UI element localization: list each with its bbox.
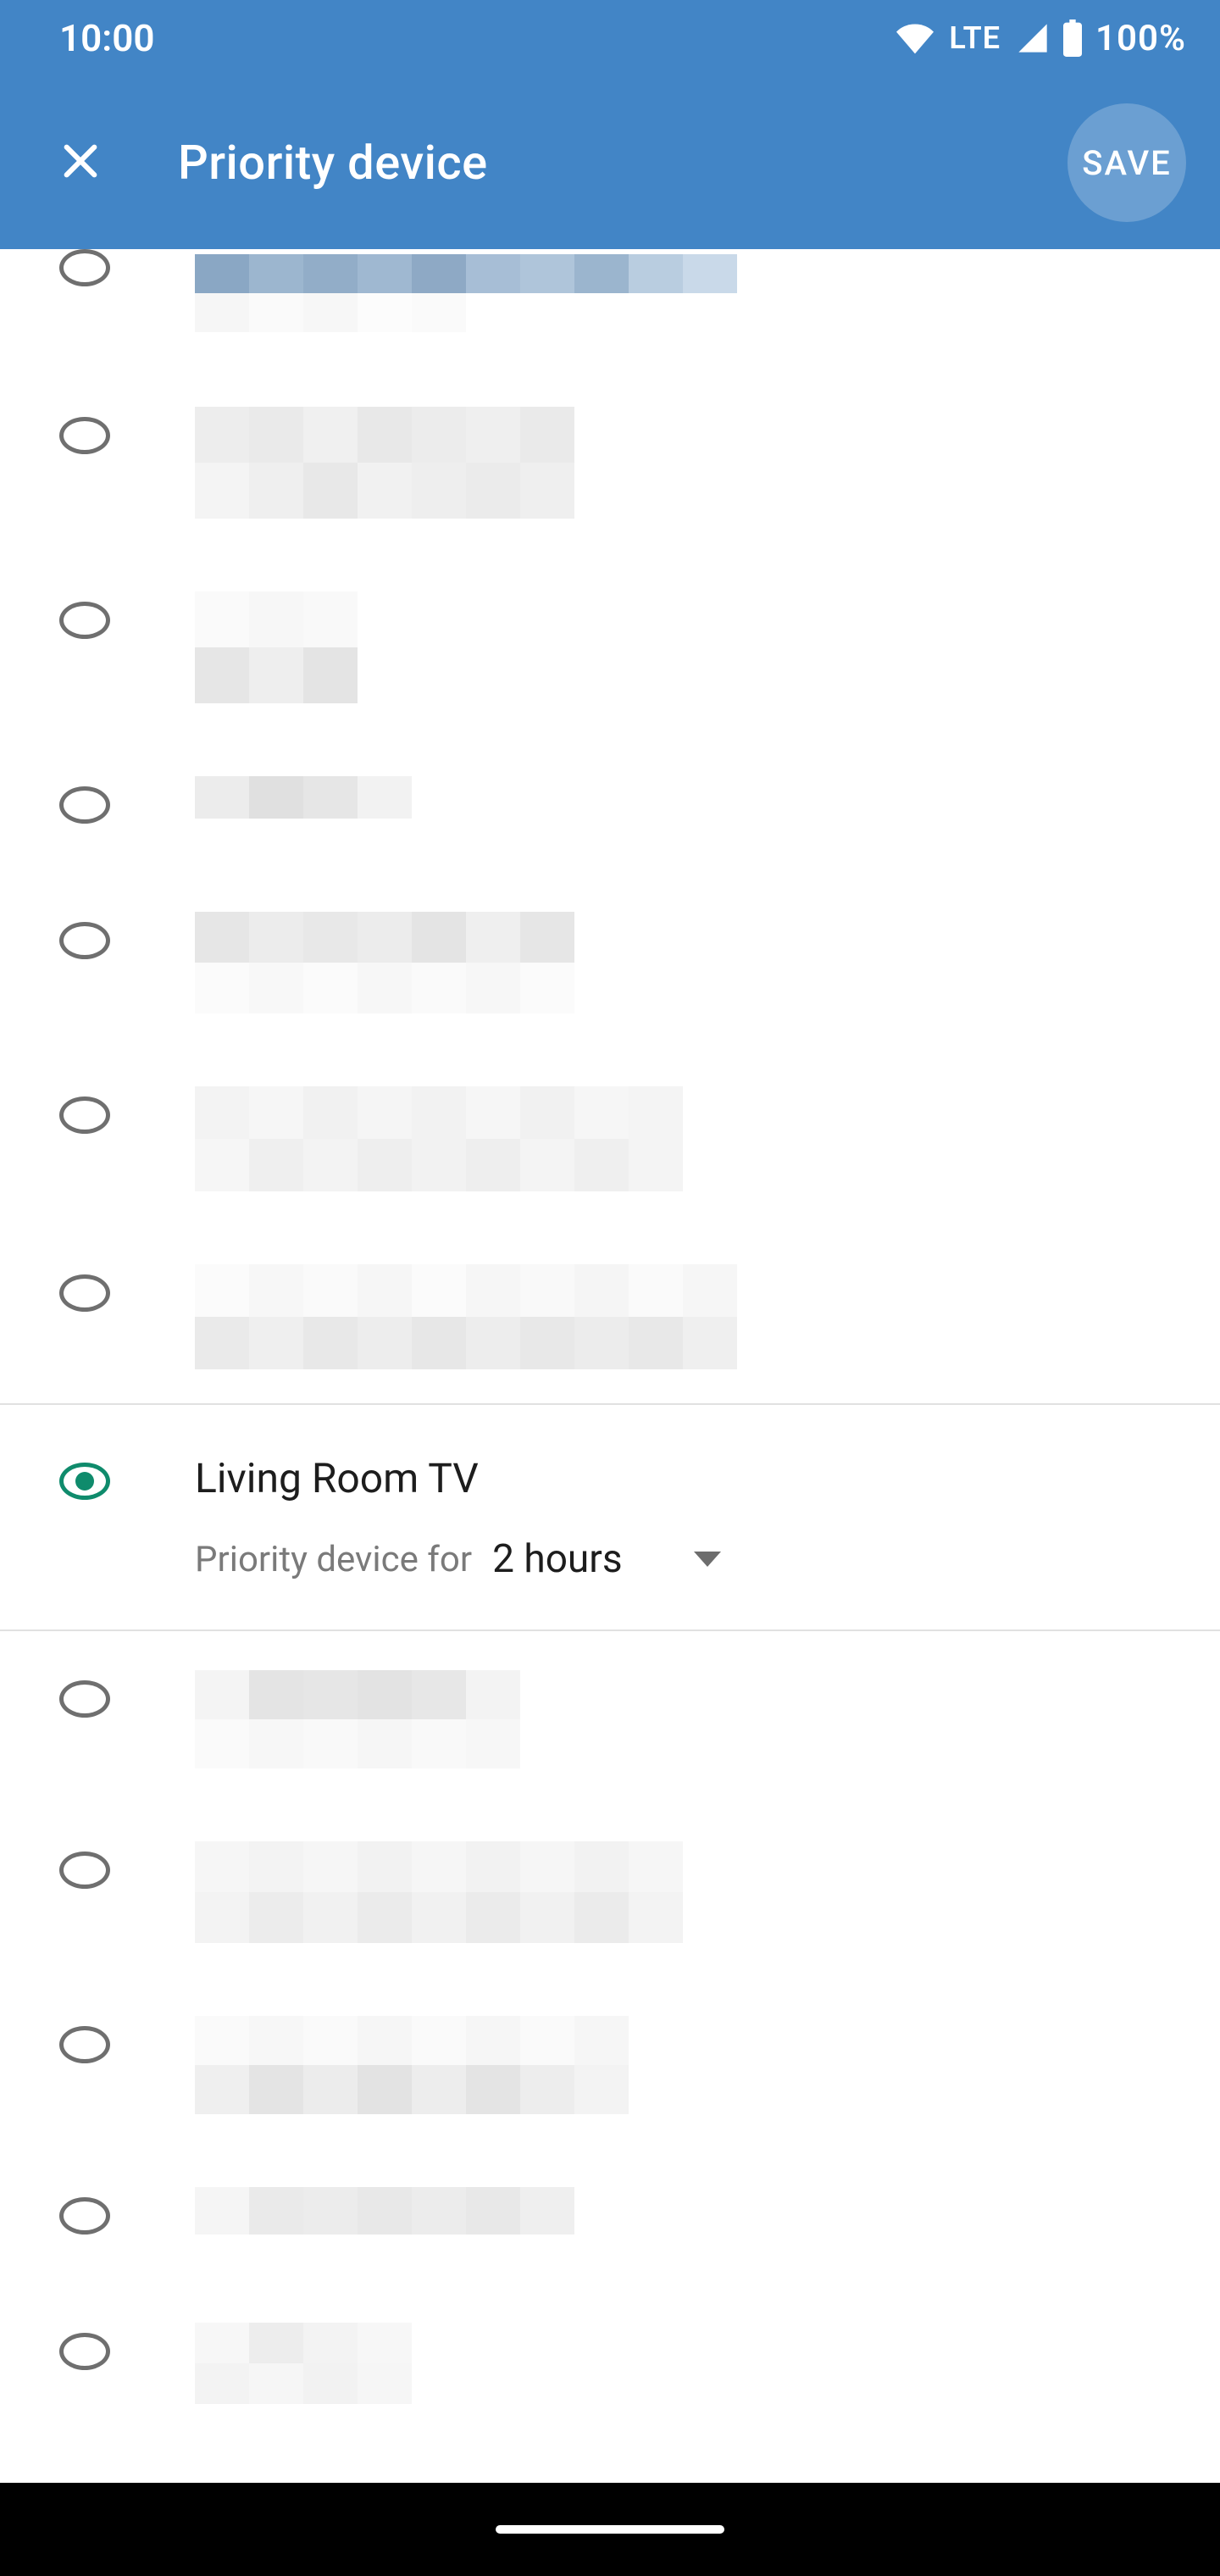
radio-button-selected[interactable] — [59, 1463, 110, 1500]
redacted-label — [195, 1841, 1186, 1943]
save-button[interactable]: SAVE — [1068, 103, 1186, 222]
redacted-label — [195, 2323, 1186, 2404]
redacted-label — [195, 407, 1186, 519]
chevron-down-icon[interactable] — [694, 1552, 721, 1567]
radio-button[interactable] — [59, 922, 110, 959]
close-icon — [57, 137, 104, 188]
priority-caption: Priority device for — [195, 1539, 472, 1580]
list-item[interactable] — [0, 1802, 1220, 1977]
list-item-selected[interactable]: Living Room TV Priority device for 2 hou… — [0, 1405, 1220, 1629]
list-item[interactable] — [0, 737, 1220, 873]
system-nav-bar — [0, 2483, 1220, 2576]
home-indicator[interactable] — [496, 2525, 724, 2534]
radio-button[interactable] — [59, 602, 110, 639]
list-item[interactable] — [0, 249, 1220, 368]
page-title: Priority device — [178, 135, 488, 191]
list-item[interactable] — [0, 1631, 1220, 1802]
radio-button[interactable] — [59, 2197, 110, 2235]
list-item[interactable] — [0, 552, 1220, 737]
list-item[interactable] — [0, 1225, 1220, 1403]
radio-button[interactable] — [59, 1852, 110, 1889]
network-label: LTE — [949, 20, 1001, 56]
redacted-label — [195, 1086, 1186, 1191]
radio-button[interactable] — [59, 1274, 110, 1312]
radio-button[interactable] — [59, 2026, 110, 2063]
status-bar: 10:00 LTE 100% — [0, 0, 1220, 76]
radio-button[interactable] — [59, 249, 110, 286]
list-item[interactable] — [0, 2284, 1220, 2404]
redacted-label — [195, 591, 1186, 703]
radio-button[interactable] — [59, 1680, 110, 1718]
wifi-icon — [896, 19, 934, 57]
radio-button[interactable] — [59, 2333, 110, 2370]
redacted-label — [195, 254, 1186, 332]
signal-icon — [1016, 21, 1050, 55]
redacted-label — [195, 2187, 1186, 2235]
list-item[interactable] — [0, 1047, 1220, 1225]
radio-button[interactable] — [59, 786, 110, 824]
status-indicators: LTE 100% — [896, 18, 1186, 59]
redacted-label — [195, 1264, 1186, 1369]
redacted-label — [195, 2016, 1186, 2114]
radio-button[interactable] — [59, 417, 110, 454]
app-bar: Priority device SAVE — [0, 76, 1220, 249]
status-time: 10:00 — [59, 16, 155, 60]
list-item[interactable] — [0, 873, 1220, 1047]
device-name: Living Room TV — [195, 1454, 1186, 1502]
priority-duration-value: 2 hours — [492, 1536, 623, 1582]
list-item[interactable] — [0, 1977, 1220, 2148]
device-list: Living Room TV Priority device for 2 hou… — [0, 249, 1220, 2404]
list-item[interactable] — [0, 368, 1220, 552]
save-button-label: SAVE — [1082, 143, 1172, 183]
redacted-label — [195, 1670, 1186, 1768]
battery-pct: 100% — [1095, 18, 1186, 59]
list-item[interactable] — [0, 2148, 1220, 2284]
battery-icon — [1062, 19, 1084, 57]
close-button[interactable] — [51, 133, 110, 192]
radio-button[interactable] — [59, 1096, 110, 1134]
redacted-label — [195, 776, 1186, 819]
redacted-label — [195, 912, 1186, 1013]
